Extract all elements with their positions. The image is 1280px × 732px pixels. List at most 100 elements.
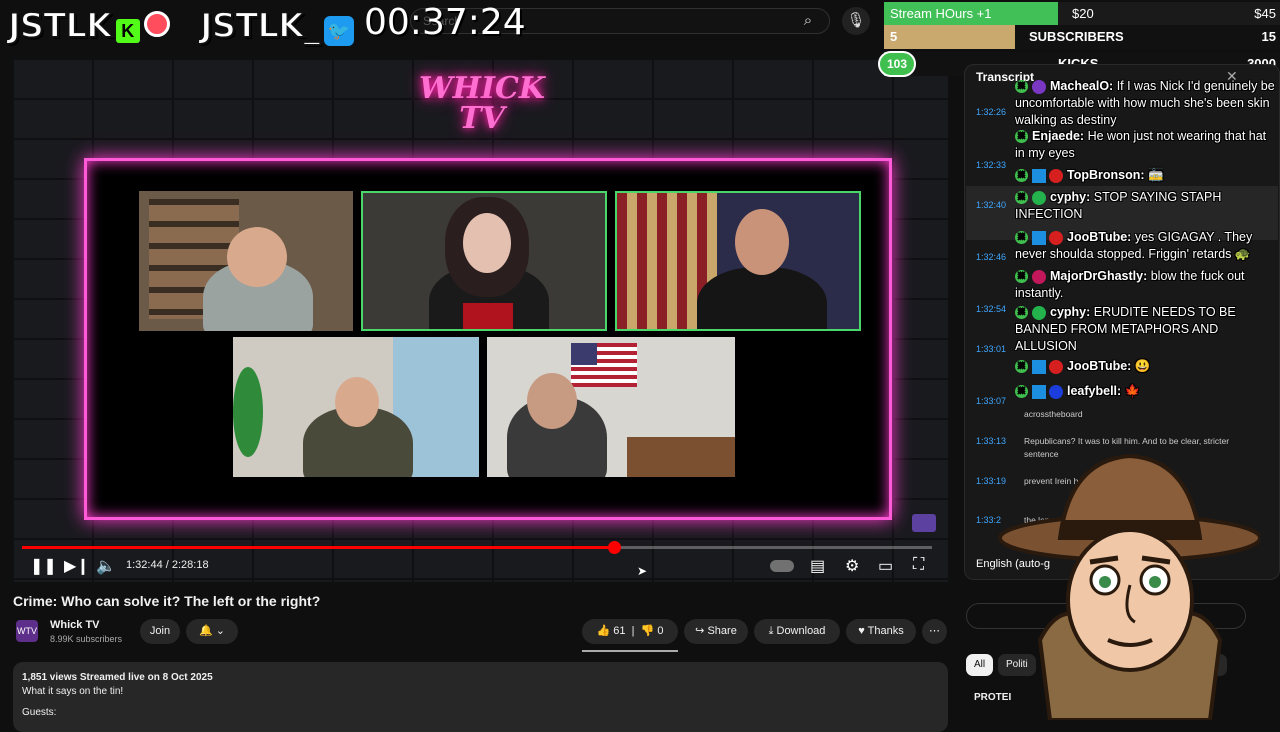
transcript-timestamp[interactable]: 1:33:01: [976, 344, 1006, 354]
transcript-timestamp[interactable]: 1:32:40: [976, 200, 1006, 210]
head: [227, 227, 287, 287]
detective-mascot: [998, 453, 1260, 720]
goal-label: Stream HOurs +1: [890, 6, 992, 21]
kick-icon: ✕: [1015, 130, 1028, 144]
goal-fill: [884, 25, 1015, 49]
jstlk-twitter-logo: JSTLK_ 🐦: [199, 5, 354, 47]
goal-right: $45: [1254, 6, 1276, 21]
download-icon: ⤓: [768, 625, 774, 637]
volume-icon[interactable]: 🔈: [96, 556, 116, 576]
kick-icon: ✕: [1015, 191, 1028, 205]
chat-message: ✕ Enjaede: He won just not wearing that h…: [1015, 128, 1277, 162]
chat-message: ✕ MachealO: If I was Nick I'd genuinely b…: [1015, 78, 1277, 129]
microphone-icon[interactable]: 🎙: [842, 7, 870, 35]
chat-username: MajorDrGhastly:: [1050, 269, 1148, 283]
goal-left: 5: [890, 29, 898, 44]
transcript-timestamp[interactable]: 1:33:07: [976, 396, 1006, 406]
thanks-icon: ♥: [858, 625, 865, 637]
record-icon: [144, 11, 171, 37]
fullscreen-icon[interactable]: ⛶: [913, 556, 924, 574]
camera-feed-1: [139, 191, 353, 331]
video-player[interactable]: WHICK TV: [12, 58, 948, 582]
kick-icon: ✕: [1015, 169, 1028, 183]
transcript-timestamp[interactable]: 1:33:13: [976, 436, 1006, 446]
chat-message: ✕ cyphy: STOP SAYING STAPH INFECTION: [1015, 189, 1277, 223]
description-stats: 1,851 views Streamed live on 8 Oct 2025: [22, 672, 213, 683]
dislike-button[interactable]: 👎 0: [641, 625, 664, 637]
goal-label: SUBSCRIBERS: [1029, 29, 1124, 44]
head: [463, 213, 511, 273]
shirt-logo: [463, 303, 513, 329]
chat-message: ✕ MajorDrGhastly: blow the fuck out insta…: [1015, 268, 1277, 302]
like-button[interactable]: 👍 61: [597, 625, 626, 637]
bell-icon: 🔔: [199, 625, 213, 637]
goal-subscribers: 5 SUBSCRIBERS 15: [884, 25, 1280, 49]
download-button[interactable]: ⤓ Download: [754, 619, 840, 644]
settings-icon[interactable]: ⚙: [845, 556, 859, 576]
description-text: What it says on the tin!: [22, 686, 124, 697]
kick-icon: ✕: [1015, 385, 1028, 399]
camera-frame: [84, 158, 892, 520]
channel-avatar[interactable]: WTV: [16, 620, 38, 642]
chat-username: leafybell:: [1067, 384, 1122, 398]
user-badge-icon: [1032, 269, 1046, 284]
chat-username: cyphy:: [1050, 305, 1091, 319]
plant: [233, 367, 263, 457]
chat-message: ✕ cyphy: ERUDITE NEEDS TO BE BANNED FROM …: [1015, 304, 1277, 355]
channel-name[interactable]: Whick TV: [50, 619, 100, 631]
chat-message: ✕ JooBTube: yes GIGAGAY . They never shou…: [1015, 229, 1277, 263]
chevron-down-icon: ⌄: [215, 625, 225, 637]
autoplay-toggle[interactable]: [770, 560, 794, 572]
stream-timer: 00:37:24: [364, 2, 526, 43]
transcript-text: acrosstheboard: [1024, 409, 1083, 419]
thanks-button[interactable]: ♥ Thanks: [846, 619, 916, 644]
chat-message: ✕ TopBronson: 🚋: [1015, 167, 1277, 184]
camera-feed-2: [361, 191, 607, 331]
chat-text: ERUDITE NEEDS TO BE BANNED FROM METAPHOR…: [1015, 305, 1236, 353]
chat-text: 🚋: [1144, 168, 1164, 182]
subtitles-icon[interactable]: ▤: [810, 556, 825, 576]
camera-feed-3: [615, 191, 861, 331]
like-dislike-group: 👍 61 | 👎 0: [582, 619, 678, 644]
user-badge-icon: [1049, 230, 1063, 245]
kick-icon: ✕: [1015, 80, 1028, 94]
share-button[interactable]: ↪ Share: [684, 619, 748, 644]
transcript-timestamp[interactable]: 1:32:54: [976, 304, 1006, 314]
chat-text: STOP SAYING STAPH INFECTION: [1015, 190, 1222, 221]
chat-message: ✕ leafybell: 🍁: [1015, 383, 1277, 400]
chat-text: 😃: [1131, 359, 1151, 373]
kick-icon: ✕: [1015, 270, 1028, 284]
timecode: 1:32:44 / 2:28:18: [126, 559, 209, 571]
join-button[interactable]: Join: [140, 619, 180, 644]
more-actions-button[interactable]: ⋯: [922, 619, 947, 644]
kick-count-badge: 103: [878, 51, 916, 77]
notifications-button[interactable]: 🔔 ⌄: [186, 619, 238, 644]
next-icon[interactable]: ▶❙: [64, 556, 90, 576]
chat-username: Enjaede:: [1032, 129, 1085, 143]
chat-message: ✕ JooBTube: 😃: [1015, 358, 1277, 375]
chat-username: JooBTube:: [1067, 359, 1132, 373]
head: [527, 373, 577, 429]
camera-feed-4: [233, 337, 479, 477]
person: [697, 267, 827, 329]
goal-right: 15: [1261, 29, 1276, 44]
theater-mode-icon[interactable]: ▭: [878, 556, 893, 576]
description-extra: Guests:: [22, 707, 57, 718]
flag-canton: [571, 343, 597, 365]
transcript-timestamp[interactable]: 1:32:33: [976, 160, 1006, 170]
channel-subscribers: 8.99K subscribers: [50, 634, 123, 644]
user-badge-icon: [1049, 384, 1063, 399]
search-icon[interactable]: ⌕: [794, 7, 822, 35]
thanks-label: Thanks: [867, 625, 904, 637]
head: [335, 377, 379, 427]
download-label: Download: [776, 625, 826, 637]
kick-icon: ✕: [1015, 231, 1028, 245]
transcript-timestamp[interactable]: 1:32:46: [976, 252, 1006, 262]
description-box[interactable]: 1,851 views Streamed live on 8 Oct 2025 …: [13, 662, 948, 732]
transcript-timestamp[interactable]: 1:32:26: [976, 107, 1006, 117]
chat-username: MachealO:: [1050, 79, 1114, 93]
pause-icon[interactable]: ❚❚: [30, 556, 57, 576]
kick-icon: ✕: [1015, 306, 1028, 320]
user-badge-icon: [1032, 79, 1046, 94]
like-count: 61: [613, 625, 626, 637]
